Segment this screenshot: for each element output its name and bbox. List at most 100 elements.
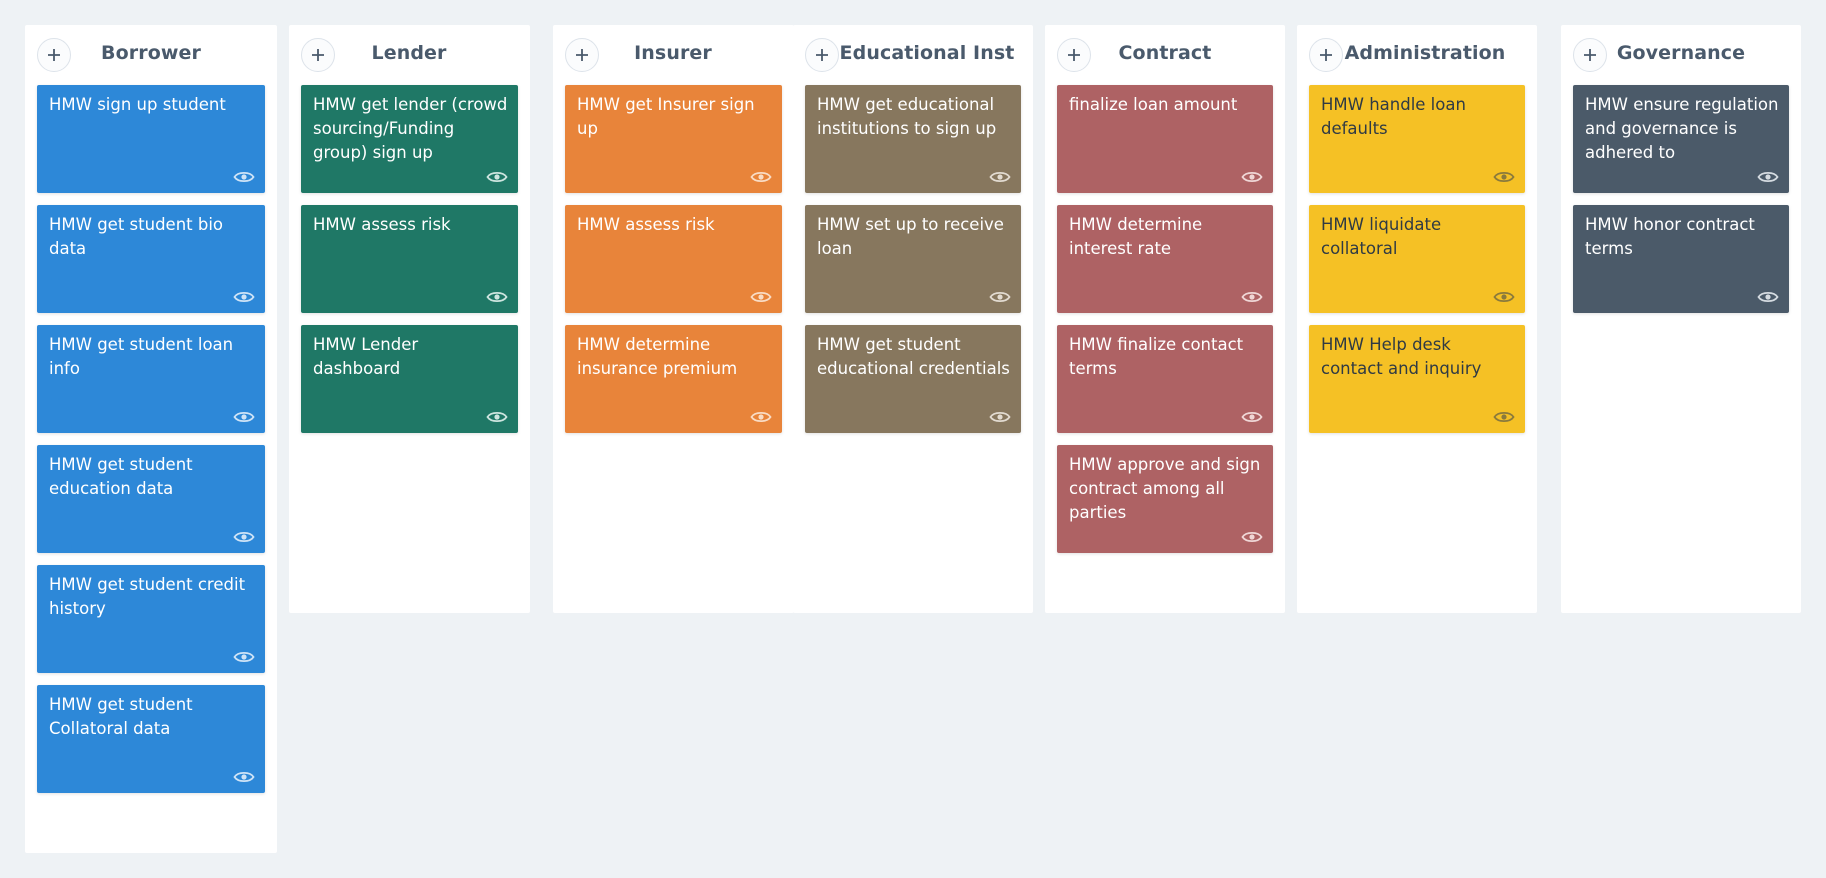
- add-card-button[interactable]: [805, 38, 839, 72]
- eye-icon[interactable]: [486, 289, 508, 305]
- column-title: Educational Inst: [839, 42, 1015, 64]
- card[interactable]: HMW Lender dashboard: [301, 325, 518, 433]
- add-card-button[interactable]: [565, 38, 599, 72]
- card[interactable]: HMW determine interest rate: [1057, 205, 1273, 313]
- column-educational-inst: Educational Inst HMW get educational inst…: [793, 25, 1033, 613]
- card[interactable]: HMW liquidate collatoral: [1309, 205, 1525, 313]
- card-text: HMW handle loan defaults: [1321, 95, 1466, 138]
- eye-icon[interactable]: [486, 409, 508, 425]
- card-text: HMW get lender (crowd sourcing/Funding g…: [313, 95, 508, 162]
- column-title: Contract: [1118, 42, 1212, 64]
- column-administration: Administration HMW handle loan defaults HM…: [1297, 25, 1537, 613]
- column-header: Borrower: [25, 25, 277, 85]
- card-text: HMW get Insurer sign up: [577, 95, 755, 138]
- card-text: HMW get student credit history: [49, 575, 246, 618]
- card-text: HMW approve and sign contract among all …: [1069, 455, 1261, 522]
- eye-icon[interactable]: [233, 409, 255, 425]
- card-text: HMW assess risk: [577, 215, 715, 234]
- eye-icon[interactable]: [1493, 409, 1515, 425]
- column-insurer: Insurer HMW get Insurer sign up HMW assess…: [553, 25, 794, 613]
- card-text: HMW get student Collatoral data: [49, 695, 193, 738]
- card[interactable]: HMW get student credit history: [37, 565, 265, 673]
- card-text: finalize loan amount: [1069, 95, 1238, 114]
- add-card-button[interactable]: [37, 38, 71, 72]
- eye-icon[interactable]: [1241, 289, 1263, 305]
- card[interactable]: HMW get student bio data: [37, 205, 265, 313]
- column-borrower: Borrower HMW sign up student HMW get stude…: [25, 25, 277, 853]
- card[interactable]: HMW determine insurance premium: [565, 325, 782, 433]
- card-text: HMW Lender dashboard: [313, 335, 419, 378]
- card-text: HMW liquidate collatoral: [1321, 215, 1442, 258]
- card[interactable]: HMW get student education data: [37, 445, 265, 553]
- eye-icon[interactable]: [1493, 289, 1515, 305]
- card[interactable]: HMW sign up student: [37, 85, 265, 193]
- card[interactable]: HMW assess risk: [565, 205, 782, 313]
- card[interactable]: finalize loan amount: [1057, 85, 1273, 193]
- column-contract: Contract finalize loan amount HMW determin…: [1045, 25, 1285, 613]
- eye-icon[interactable]: [750, 169, 772, 185]
- card[interactable]: HMW get lender (crowd sourcing/Funding g…: [301, 85, 518, 193]
- column-title: Administration: [1344, 42, 1506, 64]
- add-card-button[interactable]: [1309, 38, 1343, 72]
- eye-icon[interactable]: [233, 769, 255, 785]
- card[interactable]: HMW honor contract terms: [1573, 205, 1789, 313]
- column-title: Lender: [371, 42, 447, 64]
- column-title: Insurer: [634, 42, 712, 64]
- card[interactable]: HMW get student Collatoral data: [37, 685, 265, 793]
- eye-icon[interactable]: [1241, 169, 1263, 185]
- card-text: HMW assess risk: [313, 215, 451, 234]
- card-text: HMW ensure regulation and governance is …: [1585, 95, 1779, 162]
- eye-icon[interactable]: [750, 289, 772, 305]
- eye-icon[interactable]: [486, 169, 508, 185]
- add-card-button[interactable]: [1573, 38, 1607, 72]
- column-header: Lender: [289, 25, 530, 85]
- eye-icon[interactable]: [1241, 529, 1263, 545]
- card[interactable]: HMW get student loan info: [37, 325, 265, 433]
- eye-icon[interactable]: [233, 649, 255, 665]
- column-header: Administration: [1297, 25, 1537, 85]
- add-card-button[interactable]: [301, 38, 335, 72]
- card-text: HMW finalize contact terms: [1069, 335, 1244, 378]
- eye-icon[interactable]: [233, 169, 255, 185]
- card[interactable]: HMW set up to receive loan: [805, 205, 1021, 313]
- card[interactable]: HMW finalize contact terms: [1057, 325, 1273, 433]
- kanban-board: Borrower HMW sign up student HMW get stude…: [0, 0, 1826, 878]
- card-text: HMW determine insurance premium: [577, 335, 738, 378]
- card-text: HMW Help desk contact and inquiry: [1321, 335, 1482, 378]
- add-card-button[interactable]: [1057, 38, 1091, 72]
- card-text: HMW get educational institutions to sign…: [817, 95, 997, 138]
- card-text: HMW honor contract terms: [1585, 215, 1755, 258]
- column-lender: Lender HMW get lender (crowd sourcing/Fun…: [289, 25, 530, 613]
- card-text: HMW determine interest rate: [1069, 215, 1203, 258]
- card-text: HMW get student bio data: [49, 215, 224, 258]
- eye-icon[interactable]: [989, 409, 1011, 425]
- card[interactable]: HMW Help desk contact and inquiry: [1309, 325, 1525, 433]
- card[interactable]: HMW get educational institutions to sign…: [805, 85, 1021, 193]
- column-title: Borrower: [101, 42, 201, 64]
- eye-icon[interactable]: [1241, 409, 1263, 425]
- eye-icon[interactable]: [989, 169, 1011, 185]
- card-text: HMW sign up student: [49, 95, 226, 114]
- eye-icon[interactable]: [750, 409, 772, 425]
- column-header: Contract: [1045, 25, 1285, 85]
- eye-icon[interactable]: [1493, 169, 1515, 185]
- card[interactable]: HMW get Insurer sign up: [565, 85, 782, 193]
- card-text: HMW get student educational credentials: [817, 335, 1010, 378]
- eye-icon[interactable]: [1757, 169, 1779, 185]
- card-text: HMW get student loan info: [49, 335, 234, 378]
- column-header: Educational Inst: [793, 25, 1033, 85]
- card-text: HMW get student education data: [49, 455, 193, 498]
- card-text: HMW set up to receive loan: [817, 215, 1004, 258]
- card[interactable]: HMW assess risk: [301, 205, 518, 313]
- card[interactable]: HMW handle loan defaults: [1309, 85, 1525, 193]
- card[interactable]: HMW get student educational credentials: [805, 325, 1021, 433]
- eye-icon[interactable]: [1757, 289, 1779, 305]
- eye-icon[interactable]: [233, 529, 255, 545]
- column-governance: Governance HMW ensure regulation and gove…: [1561, 25, 1801, 613]
- card[interactable]: HMW approve and sign contract among all …: [1057, 445, 1273, 553]
- card[interactable]: HMW ensure regulation and governance is …: [1573, 85, 1789, 193]
- column-header: Insurer: [553, 25, 794, 85]
- column-title: Governance: [1616, 42, 1746, 64]
- eye-icon[interactable]: [233, 289, 255, 305]
- eye-icon[interactable]: [989, 289, 1011, 305]
